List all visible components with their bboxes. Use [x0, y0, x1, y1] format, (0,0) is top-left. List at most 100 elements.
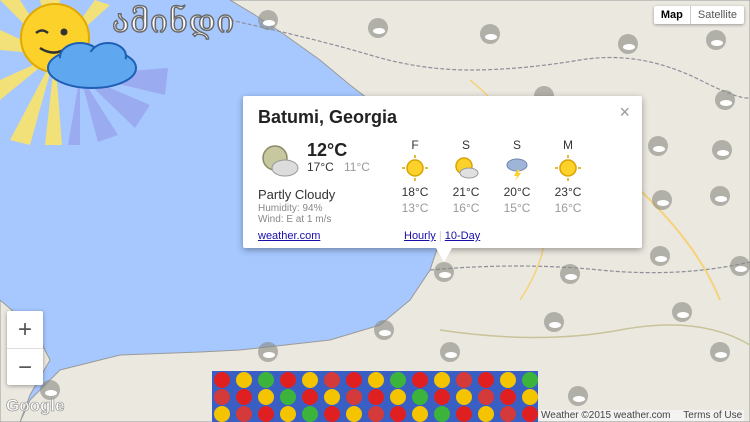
weather-marker-icon[interactable] [715, 90, 735, 110]
weather-marker-icon[interactable] [374, 320, 394, 340]
sunny-icon [548, 155, 588, 181]
fruit-icon [390, 389, 406, 405]
fruit-icon [390, 372, 406, 388]
forecast-day-label: F [411, 138, 419, 152]
forecast-low: 16°C [452, 201, 480, 215]
thunderstorm-icon [497, 155, 537, 181]
fruit-icon [478, 372, 494, 388]
forecast-high: 21°C [452, 185, 480, 199]
weather-marker-icon[interactable] [652, 190, 672, 210]
zoom-out-button[interactable]: − [7, 349, 43, 386]
map-type-control: Map Satellite [653, 6, 744, 24]
fruit-icon [214, 406, 230, 422]
map-type-satellite-button[interactable]: Satellite [691, 6, 744, 24]
weather-marker-icon[interactable] [480, 24, 500, 44]
cloud-icon [720, 100, 732, 106]
weather-marker-icon[interactable] [706, 30, 726, 50]
fruit-icon [478, 389, 494, 405]
fruit-icon [214, 372, 230, 388]
weather-marker-icon[interactable] [258, 10, 278, 30]
fruit-icon [324, 406, 340, 422]
zoom-in-button[interactable]: + [7, 311, 43, 349]
weather-marker-icon[interactable] [258, 342, 278, 362]
zoom-control: + − [7, 311, 43, 385]
fruit-icon [500, 389, 516, 405]
weather-com-credit-link[interactable]: weather.com [614, 410, 671, 421]
weather-info-window: × Batumi, Georgia 12°C 17°C 11°C Partly … [243, 96, 642, 262]
fruit-icon [456, 389, 472, 405]
weather-marker-icon[interactable] [712, 140, 732, 160]
fruit-icon [236, 372, 252, 388]
cloud-icon [715, 196, 727, 202]
forecast-day: S 20°C 15°C [497, 138, 537, 215]
link-separator: | [438, 230, 442, 242]
weather-marker-icon[interactable] [368, 18, 388, 38]
forecast-day-label: S [461, 138, 470, 152]
fruit-icon [522, 372, 538, 388]
weather-marker-icon[interactable] [730, 256, 750, 276]
forecast-day-label: S [512, 138, 521, 152]
weather-marker-icon[interactable] [710, 186, 730, 206]
forecast-day: M 23°C 16°C [548, 138, 588, 215]
cloud-icon [657, 200, 669, 206]
weather-marker-icon[interactable] [568, 386, 588, 406]
fruit-icon [390, 406, 406, 422]
weather-com-link[interactable]: weather.com [258, 230, 320, 242]
fruit-icon [368, 372, 384, 388]
fruit-icon [280, 389, 296, 405]
weather-marker-icon[interactable] [672, 302, 692, 322]
fruit-icon [522, 406, 538, 422]
cloud-icon [623, 44, 635, 50]
weather-marker-icon[interactable] [618, 34, 638, 54]
terms-of-use-link[interactable]: Terms of Use [683, 410, 742, 421]
weather-marker-icon[interactable] [544, 312, 564, 332]
fruit-icon [258, 389, 274, 405]
fruit-icon [368, 406, 384, 422]
cloud-icon [439, 272, 451, 278]
cloud-icon [711, 40, 723, 46]
fruit-icon [258, 372, 274, 388]
ten-day-link[interactable]: 10-Day [445, 230, 480, 242]
cloud-icon [263, 352, 275, 358]
fruit-icon [478, 406, 494, 422]
cloud-icon [677, 312, 689, 318]
weather-marker-icon[interactable] [710, 342, 730, 362]
city-title: Batumi, Georgia [258, 107, 398, 127]
hourly-link[interactable]: Hourly [404, 230, 436, 242]
cloud-icon [715, 352, 727, 358]
fruit-icon [258, 406, 274, 422]
fruit-icon [280, 406, 296, 422]
cloud-icon [549, 322, 561, 328]
cloud-icon [445, 352, 457, 358]
app-logo-title: ამინდი [111, 1, 236, 41]
forecast-links: Hourly | 10-Day [404, 230, 480, 242]
forecast-day-label: M [563, 138, 573, 152]
humidity-text: Humidity: 94% [258, 203, 323, 214]
cloud-icon [379, 330, 391, 336]
fruit-icon [522, 389, 538, 405]
weather-marker-icon[interactable] [560, 264, 580, 284]
wind-text: Wind: E at 1 m/s [258, 214, 332, 225]
forecast-low: 16°C [554, 201, 582, 215]
fruit-icon [236, 389, 252, 405]
cloud-icon [565, 274, 577, 280]
cloud-icon [263, 20, 275, 26]
weather-marker-icon[interactable] [650, 246, 670, 266]
current-low: 11°C [344, 160, 370, 174]
fruit-icon [302, 389, 318, 405]
fruit-icon [324, 372, 340, 388]
map-type-map-button[interactable]: Map [654, 6, 691, 24]
weather-marker-icon[interactable] [648, 136, 668, 156]
fruit-icon [324, 389, 340, 405]
cloud-icon [485, 34, 497, 40]
fruit-icon [214, 389, 230, 405]
fruit-icon [434, 406, 450, 422]
fruit-icon [346, 406, 362, 422]
weather-marker-icon[interactable] [434, 262, 454, 282]
google-logo: Google [6, 396, 65, 416]
close-icon[interactable]: × [619, 102, 630, 123]
weather-marker-icon[interactable] [440, 342, 460, 362]
fruit-icon [346, 372, 362, 388]
ad-banner[interactable] [212, 371, 538, 422]
cloud-icon [573, 396, 585, 402]
